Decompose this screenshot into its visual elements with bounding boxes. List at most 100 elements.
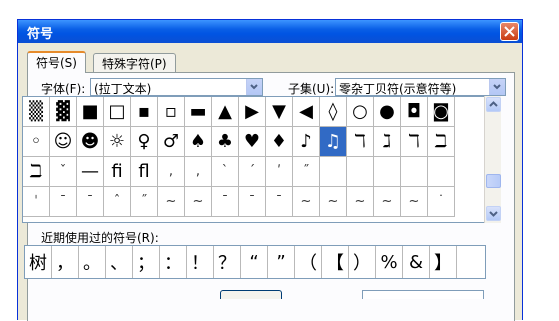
symbol-cell[interactable]: ´ bbox=[239, 157, 266, 187]
recent-symbol-cell[interactable]: ： bbox=[160, 246, 187, 278]
symbol-cell[interactable]: ♣ bbox=[212, 127, 239, 157]
recent-symbol-cell[interactable]: ， bbox=[52, 246, 79, 278]
symbol-cell[interactable]: ﬂ bbox=[131, 157, 158, 187]
symbol-cell[interactable]: ℷ bbox=[374, 127, 401, 157]
title-bar[interactable]: 符号 bbox=[18, 20, 522, 43]
symbol-cell[interactable]: ○ bbox=[347, 97, 374, 127]
tab-symbols-label: 符号(S) bbox=[36, 56, 77, 70]
symbol-cell[interactable] bbox=[428, 157, 455, 187]
subset-select[interactable]: 零杂丁贝符(示意符等) bbox=[335, 78, 506, 96]
symbol-cell[interactable]: ` bbox=[212, 157, 239, 187]
symbol-cell[interactable]: — bbox=[77, 157, 104, 187]
symbol-cell[interactable]: ♦ bbox=[266, 127, 293, 157]
subset-select-value: 零杂丁贝符(示意符等) bbox=[339, 82, 457, 96]
symbol-cell[interactable]: ˉ bbox=[266, 187, 293, 217]
tab-special-characters[interactable]: 特殊字符(P) bbox=[93, 53, 176, 72]
scroll-thumb[interactable] bbox=[486, 174, 501, 188]
symbol-cell[interactable]: ◙ bbox=[428, 97, 455, 127]
symbol-cell[interactable]: ▼ bbox=[266, 97, 293, 127]
symbol-cell[interactable]: ˉ bbox=[212, 187, 239, 217]
symbol-cell[interactable]: ◦ bbox=[23, 127, 50, 157]
symbol-cell[interactable]: ~ bbox=[185, 187, 212, 217]
tab-symbols[interactable]: 符号(S) bbox=[27, 51, 86, 73]
symbol-cell[interactable]: ♥ bbox=[239, 127, 266, 157]
subset-dropdown-button[interactable] bbox=[489, 79, 505, 95]
recent-symbol-cell[interactable]: & bbox=[403, 246, 430, 278]
recent-symbol-cell[interactable]: “ bbox=[241, 246, 268, 278]
symbol-cell[interactable]: ~ bbox=[347, 187, 374, 217]
symbol-cell[interactable] bbox=[347, 157, 374, 187]
symbol-cell[interactable]: ˇ bbox=[50, 157, 77, 187]
symbol-cell[interactable]: ˉ bbox=[77, 187, 104, 217]
recent-symbol-cell[interactable]: 树 bbox=[25, 246, 52, 278]
symbol-cell[interactable]: ☻ bbox=[77, 127, 104, 157]
recent-symbol-cell[interactable]: 、 bbox=[106, 246, 133, 278]
symbol-cell[interactable]: ☺ bbox=[50, 127, 77, 157]
recent-symbol-cell[interactable]: ？ bbox=[214, 246, 241, 278]
symbol-cell[interactable]: ▫ bbox=[158, 97, 185, 127]
recent-symbol-cell[interactable]: （ bbox=[295, 246, 322, 278]
symbol-grid-scrollbar[interactable] bbox=[484, 96, 501, 223]
character-code-field-edge[interactable] bbox=[362, 290, 484, 299]
recent-symbol-cell[interactable]: 。 bbox=[79, 246, 106, 278]
recent-symbol-cell[interactable]: ） bbox=[349, 246, 376, 278]
close-icon bbox=[504, 26, 515, 37]
symbol-cell[interactable]: ℸ bbox=[347, 127, 374, 157]
symbol-cell[interactable]: ♫ bbox=[320, 127, 347, 157]
symbol-cell[interactable] bbox=[320, 157, 347, 187]
symbol-cell[interactable]: ℸ bbox=[401, 127, 428, 157]
scroll-down-button[interactable] bbox=[486, 206, 501, 221]
recent-symbol-cell[interactable]: ； bbox=[133, 246, 160, 278]
chevron-down-icon bbox=[493, 84, 501, 90]
symbol-cell[interactable]: ﬁ bbox=[104, 157, 131, 187]
symbol-cell[interactable]: ~ bbox=[401, 187, 428, 217]
symbol-cell[interactable]: , bbox=[158, 157, 185, 187]
symbol-cell[interactable]: ~ bbox=[293, 187, 320, 217]
symbol-cell[interactable]: ˆ bbox=[104, 187, 131, 217]
symbol-cell[interactable]: ˉ bbox=[50, 187, 77, 217]
symbol-cell[interactable]: ˙ bbox=[428, 187, 455, 217]
symbol-cell[interactable]: ♀ bbox=[131, 127, 158, 157]
symbol-cell[interactable]: ♪ bbox=[293, 127, 320, 157]
symbol-cell[interactable]: ℶ bbox=[23, 157, 50, 187]
recent-symbol-cell[interactable]: % bbox=[376, 246, 403, 278]
symbol-cell[interactable]: ◊ bbox=[320, 97, 347, 127]
symbol-cell[interactable]: ♂ bbox=[158, 127, 185, 157]
symbol-cell[interactable]: ˈ bbox=[23, 187, 50, 217]
symbol-cell[interactable]: ▓ bbox=[50, 97, 77, 127]
symbol-cell[interactable] bbox=[401, 157, 428, 187]
recent-symbol-cell[interactable]: 【 bbox=[322, 246, 349, 278]
symbol-cell[interactable]: ▬ bbox=[185, 97, 212, 127]
symbol-cell[interactable]: ▶ bbox=[239, 97, 266, 127]
tab-special-characters-label: 特殊字符(P) bbox=[102, 57, 167, 71]
symbol-cell[interactable]: ◘ bbox=[401, 97, 428, 127]
recent-symbol-cell[interactable]: ！ bbox=[187, 246, 214, 278]
symbol-cell[interactable]: ~ bbox=[320, 187, 347, 217]
symbol-cell[interactable]: ● bbox=[374, 97, 401, 127]
symbol-cell[interactable]: ˝ bbox=[131, 187, 158, 217]
symbol-cell[interactable]: ▪ bbox=[131, 97, 158, 127]
symbol-cell[interactable]: ▒ bbox=[23, 97, 50, 127]
symbol-cell[interactable]: ■ bbox=[77, 97, 104, 127]
font-select[interactable]: (拉丁文本) bbox=[90, 78, 263, 96]
recent-symbols-label: 近期使用过的符号(R): bbox=[41, 231, 159, 245]
symbol-cell[interactable]: ℶ bbox=[428, 127, 455, 157]
font-dropdown-button[interactable] bbox=[246, 79, 262, 95]
symbol-cell[interactable]: ▲ bbox=[212, 97, 239, 127]
symbol-cell[interactable]: ˝ bbox=[293, 157, 320, 187]
symbol-cell[interactable]: □ bbox=[104, 97, 131, 127]
symbol-cell[interactable]: ☼ bbox=[104, 127, 131, 157]
dialog-button-edge[interactable] bbox=[220, 290, 282, 299]
symbol-cell[interactable]: ♠ bbox=[185, 127, 212, 157]
symbol-cell[interactable] bbox=[374, 157, 401, 187]
symbol-cell[interactable]: ʹ bbox=[266, 157, 293, 187]
recent-symbol-cell[interactable]: ” bbox=[268, 246, 295, 278]
recent-symbol-cell[interactable]: 】 bbox=[430, 246, 457, 278]
symbol-cell[interactable]: ~ bbox=[374, 187, 401, 217]
scroll-up-button[interactable] bbox=[486, 97, 501, 112]
symbol-cell[interactable]: ˉ bbox=[239, 187, 266, 217]
close-button[interactable] bbox=[500, 22, 519, 41]
symbol-cell[interactable]: ◀ bbox=[293, 97, 320, 127]
symbol-cell[interactable]: ~ bbox=[158, 187, 185, 217]
symbol-cell[interactable]: , bbox=[185, 157, 212, 187]
